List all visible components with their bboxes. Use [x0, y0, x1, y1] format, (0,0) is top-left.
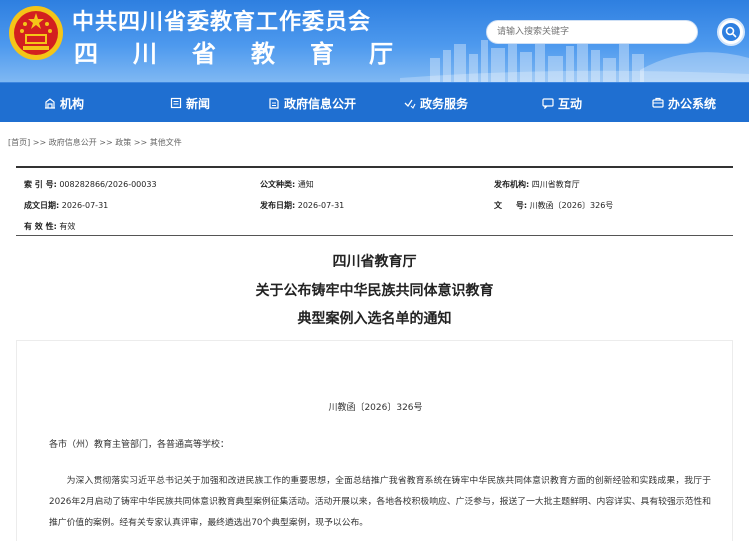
meta-issuer-label: 发布机构:: [494, 180, 530, 189]
nav-item-office-system[interactable]: 办公系统: [652, 83, 716, 123]
meta-doc-type: 公文种类: 通知: [260, 179, 314, 190]
office-icon: [652, 97, 664, 108]
meta-created: 成文日期: 2026-07-31: [24, 200, 108, 211]
breadcrumb-policy[interactable]: 政策: [115, 138, 131, 147]
chat-icon: [542, 98, 554, 109]
search-icon: [722, 23, 740, 41]
nav-item-label: 政务服务: [420, 96, 469, 111]
org-name: 中共四川省委教育工作委员会: [72, 10, 372, 35]
national-emblem-icon: [9, 6, 63, 60]
nav-item-label: 机构: [60, 96, 85, 111]
meta-validity: 有 效 性: 有效: [24, 221, 75, 232]
article-doc-number: 川教函〔2026〕326号: [328, 403, 423, 413]
main-nav: 机构 新闻 政府信息公开 政务服务 互动 办公系统: [0, 82, 749, 122]
nav-item-xinwen[interactable]: 新闻: [170, 83, 210, 123]
meta-issuer: 发布机构: 四川省教育厅: [494, 179, 580, 190]
breadcrumb-info-public[interactable]: 政府信息公开: [49, 138, 97, 147]
meta-docnum-value: 川教函〔2026〕326号: [529, 201, 614, 210]
nav-item-services[interactable]: 政务服务: [404, 83, 468, 123]
nav-item-label: 互动: [558, 96, 583, 111]
meta-published: 发布日期: 2026-07-31: [260, 200, 344, 211]
article-paragraph: 为深入贯彻落实习近平总书记关于加强和改进民族工作的重要思想，全面总结推广我省教育…: [49, 476, 711, 528]
nav-item-info-public[interactable]: 政府信息公开: [268, 83, 356, 123]
nav-item-label: 新闻: [186, 96, 211, 111]
nav-item-label: 办公系统: [668, 96, 717, 111]
document-meta-table: 索 引 号: 008282866/2026-00033 公文种类: 通知 发布机…: [16, 166, 733, 236]
article-title-line-2: 关于公布铸牢中华民族共同体意识教育: [255, 283, 494, 299]
breadcrumb: [首页] >> 政府信息公开 >> 政策 >> 其他文件: [8, 137, 182, 148]
meta-published-value: 2026-07-31: [297, 201, 345, 210]
meta-index-value: 008282866/2026-00033: [59, 180, 157, 189]
meta-index-label: 索 引 号:: [24, 180, 57, 189]
meta-published-label: 发布日期:: [260, 201, 296, 210]
service-icon: [404, 99, 416, 109]
article-addressee: 各市（州）教育主管部门，各普通高等学校：: [49, 440, 230, 450]
meta-doc-type-label: 公文种类:: [260, 180, 296, 189]
news-icon: [170, 97, 182, 109]
header-banner: 中共四川省委教育工作委员会 四川省教育厅: [0, 0, 749, 82]
nav-item-jigou[interactable]: 机构: [44, 83, 84, 123]
meta-docnum: 文 号: 川教函〔2026〕326号: [494, 200, 613, 211]
dept-name: 四川省教育厅: [74, 40, 428, 68]
nav-item-label: 政府信息公开: [284, 96, 357, 111]
nav-item-interaction[interactable]: 互动: [542, 83, 582, 123]
meta-index: 索 引 号: 008282866/2026-00033: [24, 179, 157, 190]
article-title-line-3: 典型案例入选名单的通知: [297, 311, 452, 327]
article-title-line-1: 四川省教育厅: [332, 254, 417, 270]
breadcrumb-separator: >>: [133, 138, 148, 147]
meta-doc-type-value: 通知: [297, 180, 314, 189]
meta-validity-label: 有 效 性:: [24, 222, 57, 231]
building-icon: [45, 98, 55, 109]
breadcrumb-home[interactable]: [首页]: [8, 138, 30, 147]
meta-created-value: 2026-07-31: [61, 201, 109, 210]
article-body: 川教函〔2026〕326号 各市（州）教育主管部门，各普通高等学校： 为深入贯彻…: [16, 340, 733, 541]
breadcrumb-separator: >>: [99, 138, 113, 147]
meta-issuer-value: 四川省教育厅: [531, 180, 580, 189]
document-icon: [269, 98, 279, 109]
search-button[interactable]: [717, 18, 745, 46]
search-input[interactable]: [486, 20, 698, 44]
breadcrumb-separator: >>: [32, 138, 47, 147]
meta-validity-value: 有效: [59, 222, 76, 231]
breadcrumb-other-docs[interactable]: 其他文件: [150, 138, 182, 147]
meta-created-label: 成文日期:: [24, 201, 60, 210]
meta-docnum-label: 文 号:: [494, 201, 528, 210]
